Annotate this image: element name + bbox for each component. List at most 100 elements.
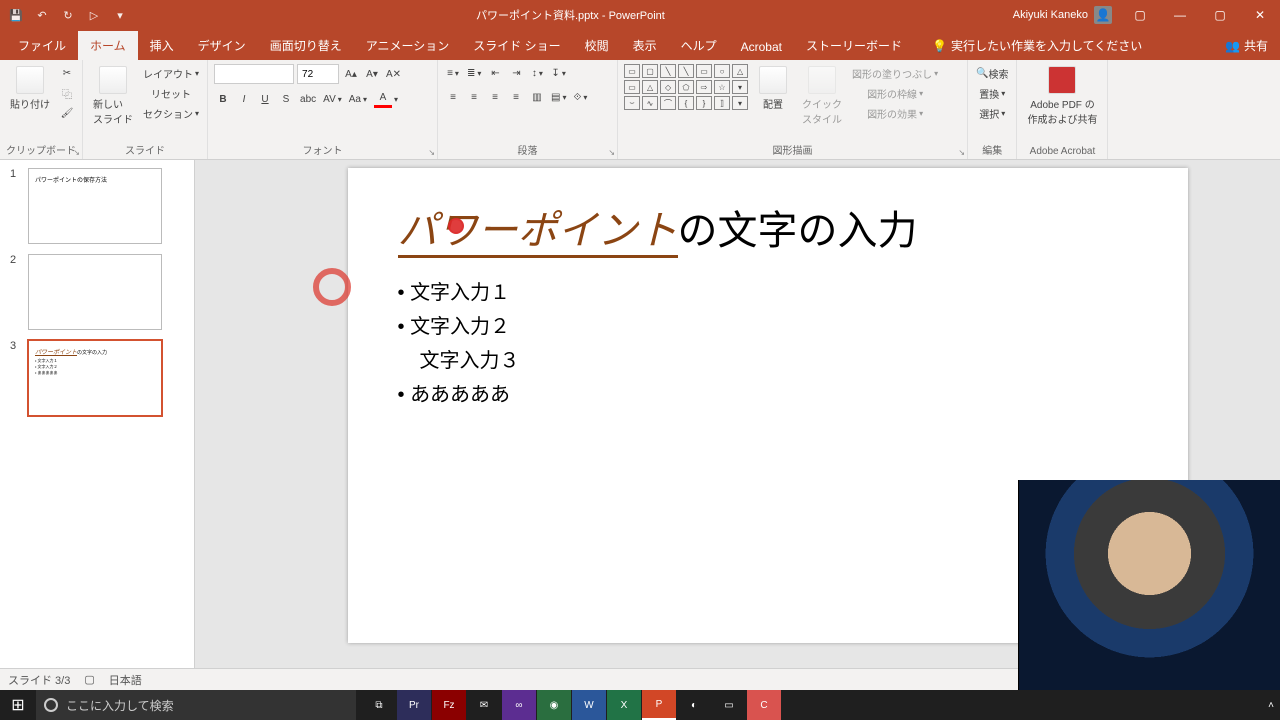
arrange-icon — [759, 66, 787, 94]
quick-styles-button[interactable]: クイック スタイル — [798, 64, 846, 128]
task-view-button[interactable]: ⧉ — [362, 690, 396, 720]
align-text-button[interactable]: ▤ — [549, 88, 568, 106]
app-excel[interactable]: X — [607, 690, 641, 720]
strikethrough-button[interactable]: S — [277, 90, 295, 108]
spelling-icon[interactable]: ▢ — [84, 673, 94, 686]
user-avatar-icon: 👤 — [1094, 6, 1112, 24]
align-left-button[interactable]: ≡ — [444, 88, 462, 106]
tell-me[interactable]: 💡実行したい作業を入力してください — [924, 31, 1150, 60]
webcam-overlay — [1018, 480, 1280, 690]
cut-button[interactable]: ✂ — [58, 64, 76, 82]
decrease-font-button[interactable]: A▾ — [363, 65, 381, 83]
tab-acrobat[interactable]: Acrobat — [729, 34, 794, 60]
ribbon-display-icon[interactable]: ▢ — [1120, 0, 1160, 30]
decrease-indent-button[interactable]: ⇤ — [486, 64, 504, 82]
maximize-button[interactable]: ▢ — [1200, 0, 1240, 30]
qat-more-icon[interactable]: ▾ — [112, 7, 128, 23]
create-pdf-button[interactable]: Adobe PDF の 作成および共有 — [1023, 64, 1101, 128]
close-button[interactable]: ✕ — [1240, 0, 1280, 30]
shape-fill-button[interactable]: 図形の塗りつぶし — [850, 64, 940, 82]
shapes-gallery[interactable]: ▭▢╲╲▭○△ ▭△◇⬠⇨☆▾ ⌣∿⌒{}⟧▾ — [624, 64, 748, 110]
paste-button[interactable]: 貼り付け — [6, 64, 54, 113]
tab-storyboard[interactable]: ストーリーボード — [794, 31, 914, 60]
app-unknown1[interactable]: ◐ — [677, 690, 711, 720]
app-camtasia[interactable]: C — [747, 690, 781, 720]
tab-view[interactable]: 表示 — [621, 31, 669, 60]
slide-thumbnail[interactable]: 2 — [10, 254, 194, 330]
copy-button[interactable]: ⿻ — [58, 84, 76, 102]
app-visualstudio[interactable]: ∞ — [502, 690, 536, 720]
undo-icon[interactable]: ↶ — [34, 7, 50, 23]
replace-button[interactable]: 置換 — [974, 84, 1010, 102]
user-area[interactable]: Akiyuki Kaneko 👤 — [1005, 6, 1120, 24]
tab-insert[interactable]: 挿入 — [138, 31, 186, 60]
numbering-button[interactable]: ≣ — [465, 64, 483, 82]
reset-button[interactable]: リセット — [141, 84, 201, 102]
shape-effects-button[interactable]: 図形の効果 — [850, 104, 940, 122]
start-from-beginning-icon[interactable]: ▷ — [86, 7, 102, 23]
underline-button[interactable]: U — [256, 90, 274, 108]
increase-font-button[interactable]: A▴ — [342, 65, 360, 83]
shape-outline-button[interactable]: 図形の枠線 — [850, 84, 940, 102]
text-direction-button[interactable]: ↧ — [549, 64, 567, 82]
justify-button[interactable]: ≡ — [507, 88, 525, 106]
list-item: 文字入力３ — [398, 344, 1138, 378]
change-case-button[interactable]: Aa — [347, 90, 369, 108]
arrange-button[interactable]: 配置 — [752, 64, 794, 113]
app-word[interactable]: W — [572, 690, 606, 720]
format-painter-button[interactable]: 🖌 — [58, 104, 76, 122]
increase-indent-button[interactable]: ⇥ — [507, 64, 525, 82]
app-powerpoint[interactable]: P — [642, 690, 676, 720]
slide-counter[interactable]: スライド 3/3 — [8, 672, 70, 688]
layout-button[interactable]: レイアウト — [141, 64, 201, 82]
select-button[interactable]: 選択 — [974, 104, 1010, 122]
slide-thumbnail[interactable]: 1 パワーポイントの保存方法 — [10, 168, 194, 244]
slide-thumbnail[interactable]: 3 パワーポイントの文字の入力 • 文字入力１• 文字入力２• あああああ — [10, 340, 194, 416]
app-unknown2[interactable]: ▭ — [712, 690, 746, 720]
new-slide-button[interactable]: 新しい スライド — [89, 64, 137, 128]
tab-transitions[interactable]: 画面切り替え — [258, 31, 354, 60]
clipboard-icon — [16, 66, 44, 94]
font-size-input[interactable] — [297, 64, 339, 84]
tab-review[interactable]: 校閲 — [573, 31, 621, 60]
tab-home[interactable]: ホーム — [78, 31, 138, 60]
slide-body[interactable]: 文字入力１ 文字入力２ 文字入力３ あああああ — [398, 276, 1138, 412]
clear-format-button[interactable]: A✕ — [384, 65, 403, 83]
align-center-button[interactable]: ≡ — [465, 88, 483, 106]
tab-slideshow[interactable]: スライド ショー — [461, 31, 572, 60]
start-button[interactable]: ⊞ — [0, 690, 36, 720]
columns-button[interactable]: ▥ — [528, 88, 546, 106]
section-button[interactable]: セクション — [141, 104, 201, 122]
app-premiere[interactable]: Pr — [397, 690, 431, 720]
minimize-button[interactable]: — — [1160, 0, 1200, 30]
user-name: Akiyuki Kaneko — [1013, 9, 1088, 21]
system-tray[interactable]: ˄ — [1268, 700, 1280, 711]
line-spacing-button[interactable]: ↕ — [528, 64, 546, 82]
save-icon[interactable]: 💾 — [8, 7, 24, 23]
tab-animations[interactable]: アニメーション — [354, 31, 462, 60]
font-color-button[interactable]: A — [372, 90, 400, 108]
tab-file[interactable]: ファイル — [6, 31, 78, 60]
taskbar-search[interactable]: ここに入力して検索 — [36, 690, 356, 720]
language-indicator[interactable]: 日本語 — [109, 672, 142, 688]
char-spacing-button[interactable]: AV — [321, 90, 344, 108]
redo-icon[interactable]: ↻ — [60, 7, 76, 23]
share-button[interactable]: 👥共有 — [1213, 31, 1280, 60]
find-button[interactable]: 🔍 検索 — [974, 64, 1010, 82]
app-filezilla[interactable]: Fz — [432, 690, 466, 720]
bullets-button[interactable]: ≡ — [444, 64, 462, 82]
align-right-button[interactable]: ≡ — [486, 88, 504, 106]
tray-chevron-icon[interactable]: ˄ — [1268, 700, 1274, 711]
group-paragraph: ≡ ≣ ⇤ ⇥ ↕ ↧ ≡ ≡ ≡ ≡ ▥ ▤ ⟐ 段落 — [438, 60, 618, 159]
italic-button[interactable]: I — [235, 90, 253, 108]
font-family-input[interactable] — [214, 64, 294, 84]
shadow-button[interactable]: abc — [298, 90, 318, 108]
annotation-cursor — [448, 218, 464, 234]
slide-title[interactable]: パワーポイントの文字の入力 — [398, 198, 1138, 256]
app-mail[interactable]: ✉ — [467, 690, 501, 720]
bold-button[interactable]: B — [214, 90, 232, 108]
tab-help[interactable]: ヘルプ — [669, 31, 729, 60]
smartart-button[interactable]: ⟐ — [571, 88, 589, 106]
app-atom[interactable]: ◉ — [537, 690, 571, 720]
tab-design[interactable]: デザイン — [186, 31, 258, 60]
